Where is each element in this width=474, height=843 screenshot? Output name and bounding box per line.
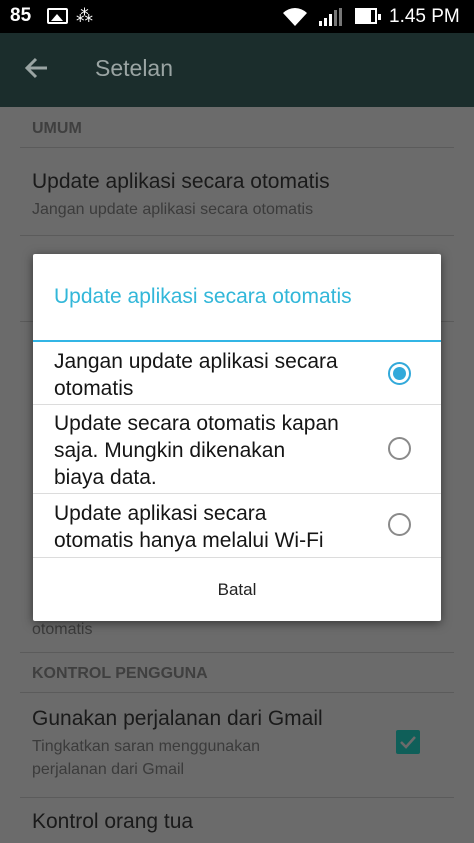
- radio-unselected-icon[interactable]: [388, 437, 411, 460]
- option-auto-update-wifi-only[interactable]: Update aplikasi secara otomatis hanya me…: [33, 494, 441, 557]
- option-label-line: otomatis hanya melalui Wi-Fi: [54, 529, 324, 552]
- option-label-line: Update secara otomatis kapan: [54, 412, 339, 435]
- divider: [20, 235, 454, 236]
- section-header-user-control: KONTROL PENGGUNA: [32, 665, 208, 682]
- option-label-line: biaya data.: [54, 466, 157, 489]
- divider: [20, 797, 454, 798]
- battery-icon: [355, 8, 381, 24]
- radio-selected-icon[interactable]: [388, 362, 411, 385]
- checkmark-icon: [400, 736, 416, 749]
- battery-level-text: 85: [10, 5, 32, 26]
- setting-subtitle-partial: otomatis: [32, 621, 93, 638]
- back-arrow-icon[interactable]: [22, 53, 52, 83]
- gmail-trips-subtitle-line2: perjalanan dari Gmail: [32, 761, 185, 778]
- dialog-title: Update aplikasi secara otomatis: [54, 285, 352, 308]
- option-label-line: Update aplikasi secara: [54, 502, 267, 525]
- clock: 1.45 PM: [389, 6, 460, 27]
- gmail-trips-checkbox[interactable]: [396, 730, 420, 754]
- auto-update-setting-title[interactable]: Update aplikasi secara otomatis: [32, 170, 330, 194]
- section-header-general: UMUM: [32, 120, 82, 137]
- parental-control-setting-title[interactable]: Kontrol orang tua: [32, 810, 193, 834]
- divider: [20, 147, 454, 148]
- cancel-button[interactable]: Batal: [33, 557, 441, 621]
- gmail-trips-subtitle-line1: Tingkatkan saran menggunakan: [32, 738, 260, 755]
- divider: [20, 652, 454, 653]
- option-auto-update-anytime[interactable]: Update secara otomatis kapan saja. Mungk…: [33, 405, 441, 493]
- option-label-line: Jangan update aplikasi secara: [54, 350, 338, 373]
- app-toolbar: Setelan: [0, 33, 474, 107]
- blackberry-notification-icon: ⁂: [76, 6, 93, 25]
- divider: [20, 692, 454, 693]
- radio-unselected-icon[interactable]: [388, 513, 411, 536]
- auto-update-setting-subtitle: Jangan update aplikasi secara otomatis: [32, 201, 314, 218]
- wifi-icon: [283, 8, 307, 26]
- status-bar: 85 ⁂ 1.45 PM: [0, 0, 474, 33]
- auto-update-dialog: Update aplikasi secara otomatis Jangan u…: [33, 254, 441, 621]
- gmail-trips-setting-title[interactable]: Gunakan perjalanan dari Gmail: [32, 707, 323, 731]
- page-title: Setelan: [95, 55, 174, 81]
- image-notification-icon: [47, 8, 68, 24]
- signal-icon: [319, 8, 342, 26]
- option-label-line: otomatis: [54, 377, 134, 400]
- option-never-auto-update[interactable]: Jangan update aplikasi secara otomatis: [33, 342, 441, 404]
- option-label-line: saja. Mungkin dikenakan: [54, 439, 286, 462]
